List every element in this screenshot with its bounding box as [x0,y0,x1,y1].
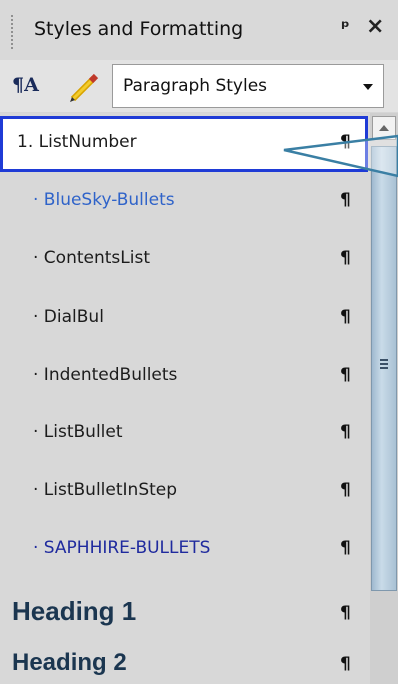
style-item-label: · BlueSky-Bullets [33,190,175,210]
style-item-label: · ListBullet [33,422,123,442]
pin-icon[interactable]: ᵖ [341,17,350,38]
thumb-grip-icon [380,359,388,369]
scroll-up-icon[interactable] [372,116,396,140]
pencil-icon[interactable] [66,70,102,106]
paragraph-mark-icon: ¶ [340,190,351,210]
style-item-listnumber[interactable]: 1. ListNumber ¶ [0,116,368,172]
style-item-indentedbullets[interactable]: · IndentedBullets ¶ [0,350,368,405]
paragraph-mark-icon: ¶ [340,603,351,623]
style-category-select[interactable]: Paragraph Styles [112,64,384,108]
style-item-contentslist[interactable]: · ContentsList ¶ [0,233,368,288]
style-item-label: · ContentsList [33,248,150,268]
paragraph-mark-icon: ¶ [340,654,351,674]
style-item-label: 1. ListNumber [17,132,137,152]
styles-and-formatting-panel: Styles and Formatting ᵖ × ¶A Paragraph S… [0,0,398,684]
panel-title-bar[interactable]: Styles and Formatting ᵖ × [0,0,398,60]
style-item-bluesky-bullets[interactable]: · BlueSky-Bullets ¶ [0,175,368,230]
chevron-down-icon[interactable] [351,65,383,107]
scrollbar-thumb[interactable] [371,146,397,591]
style-item-listbullet[interactable]: · ListBullet ¶ [0,407,368,462]
style-item-label: · DialBul [33,307,104,327]
style-item-listbulletinstep[interactable]: · ListBulletInStep ¶ [0,465,368,520]
panel-title: Styles and Formatting [34,18,244,40]
drag-grip-icon[interactable] [10,14,14,50]
paragraph-mark-icon: ¶ [340,422,351,442]
style-category-value: Paragraph Styles [123,76,268,96]
style-item-heading-1[interactable]: Heading 1 ¶ [0,590,368,640]
style-item-label: · IndentedBullets [33,365,178,385]
paragraph-mark-icon: ¶ [340,480,351,500]
style-item-label: Heading 1 [12,596,137,626]
style-item-dialbul[interactable]: · DialBul ¶ [0,292,368,347]
paragraph-mark-icon: ¶ [340,538,351,558]
paragraph-mark-icon: ¶ [340,365,351,385]
paragraph-mark-icon: ¶ [340,307,351,327]
paragraph-mark-icon: ¶ [340,132,351,152]
style-item-label: · ListBulletInStep [33,480,178,500]
style-item-label: · SAPHHIRE-BULLETS [33,538,211,558]
paragraph-mark-icon: ¶ [340,248,351,268]
style-item-heading-2[interactable]: Heading 2 ¶ [0,645,368,684]
style-item-saphhire-bullets[interactable]: · SAPHHIRE-BULLETS ¶ [0,523,368,578]
close-icon[interactable]: × [366,14,384,39]
style-item-label: Heading 2 [12,649,127,676]
styles-icon[interactable]: ¶A [12,74,39,96]
